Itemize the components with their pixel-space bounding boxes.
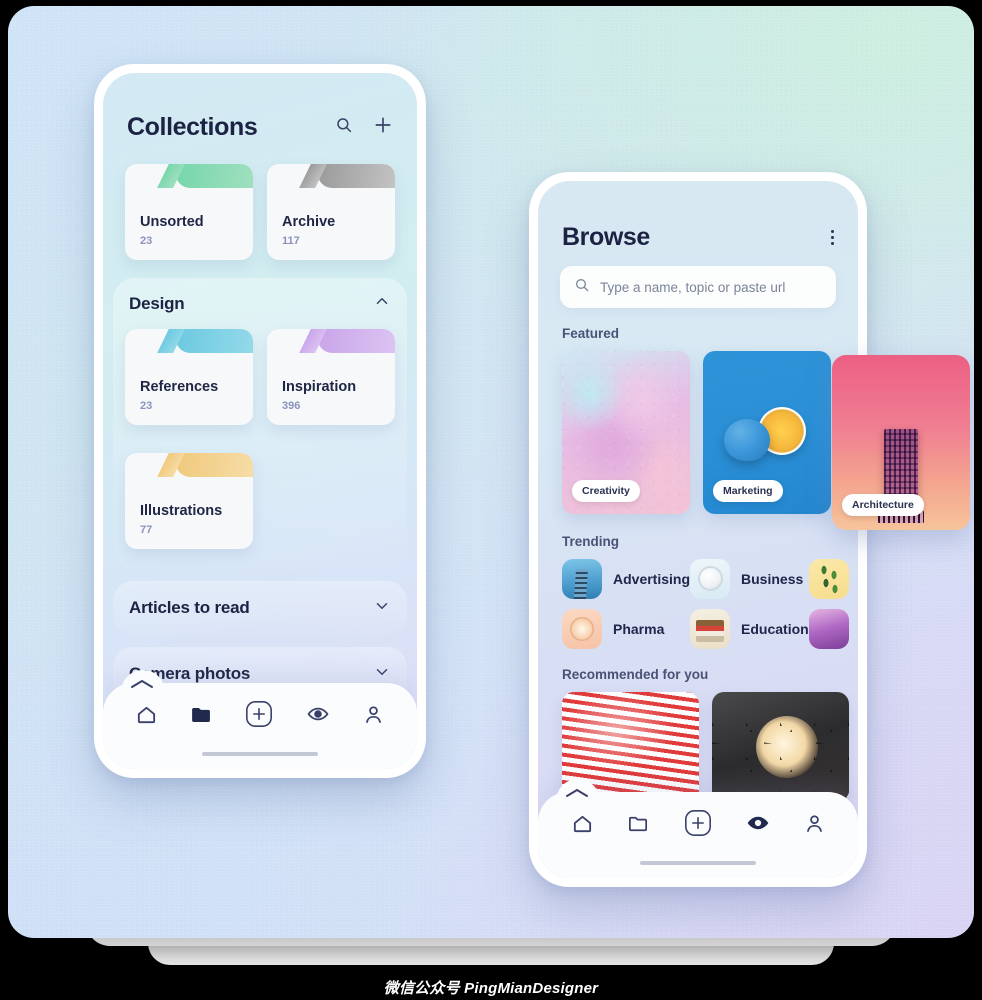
plus-circle-icon[interactable] — [244, 699, 274, 734]
home-indicator — [640, 861, 756, 865]
trending-label-text: Pharma — [613, 621, 665, 637]
browse-header: Browse — [538, 181, 858, 252]
folder-card[interactable]: Archive 117 — [267, 164, 395, 260]
home-icon[interactable] — [135, 703, 158, 731]
purple-thumb — [808, 609, 849, 649]
recommended-card[interactable] — [712, 692, 849, 802]
search-icon — [574, 277, 590, 298]
featured-label: Featured — [562, 326, 620, 341]
trending-item[interactable]: Education — [690, 609, 809, 649]
folder-card[interactable]: References 23 — [125, 329, 253, 425]
folder-count: 23 — [140, 400, 153, 412]
trending-label: Trending — [562, 534, 619, 549]
trending-grid: Advertising Business Pharma Education — [538, 559, 858, 649]
folder-count: 23 — [140, 235, 153, 247]
page-title: Collections — [127, 113, 258, 141]
header-actions — [335, 115, 393, 140]
trending-item[interactable]: Advertising — [562, 559, 690, 599]
bottom-nav-left — [103, 670, 417, 769]
skyscraper-thumb — [562, 559, 602, 599]
search-placeholder: Type a name, topic or paste url — [600, 279, 786, 295]
home-indicator — [202, 752, 318, 756]
folder-name: Illustrations — [140, 503, 223, 519]
folder-icon[interactable] — [190, 703, 213, 731]
trending-item[interactable] — [808, 559, 858, 599]
watermark-text: 微信公众号 PingMianDesigner — [383, 980, 599, 997]
folder-icon[interactable] — [627, 812, 650, 840]
folder-tab — [318, 164, 395, 188]
search-icon[interactable] — [335, 116, 353, 139]
home-icon[interactable] — [571, 812, 594, 840]
eye-icon[interactable] — [746, 811, 770, 840]
trending-item[interactable]: Pharma — [562, 609, 690, 649]
plus-icon[interactable] — [373, 115, 393, 140]
folder-tab — [176, 329, 253, 353]
featured-row: Creativity Marketing — [538, 351, 858, 514]
pill-thumb — [562, 609, 602, 649]
design-folder-grid: References 23 Inspiration 396 Illustrati… — [113, 329, 407, 549]
kebab-menu-icon[interactable] — [830, 229, 834, 246]
lemon-whole — [724, 418, 770, 461]
trending-item[interactable] — [808, 609, 858, 649]
folder-count: 396 — [282, 400, 301, 412]
chevron-up-icon[interactable] — [373, 292, 391, 315]
folder-name: Archive — [282, 214, 336, 230]
books-thumb — [690, 609, 731, 649]
page-title: Browse — [562, 223, 650, 251]
plant-thumb — [808, 559, 849, 599]
trending-item[interactable]: Business — [690, 559, 809, 599]
trending-label-text: Business — [741, 571, 804, 587]
person-icon[interactable] — [803, 812, 826, 840]
recommended-label: Recommended for you — [562, 667, 709, 682]
section-design-header[interactable]: Design — [113, 292, 407, 329]
nav-items — [538, 808, 858, 843]
folder-name: References — [140, 379, 219, 395]
bottom-nav-right — [538, 779, 858, 878]
folder-card[interactable]: Unsorted 23 — [125, 164, 253, 260]
eye-icon[interactable] — [306, 702, 330, 731]
featured-card-label: Architecture — [842, 494, 924, 516]
folder-name: Inspiration — [282, 379, 357, 395]
browse-screen: Browse Type a name, topic or paste url F… — [538, 181, 858, 878]
chevron-down-icon[interactable] — [373, 597, 391, 620]
phone-mockup-browse: Browse Type a name, topic or paste url F… — [529, 172, 970, 887]
presentation-canvas: Collections Unsorted 23 Archive 117 Desi… — [8, 6, 974, 938]
lamp-photo — [712, 692, 849, 802]
top-folder-grid: Unsorted 23 Archive 117 — [103, 164, 417, 260]
trending-label-text: Advertising — [613, 571, 691, 587]
featured-card-architecture[interactable]: Architecture — [832, 355, 970, 530]
collections-header: Collections — [103, 73, 417, 142]
section-design: Design References 23 Inspiration 396 Ill… — [113, 278, 407, 569]
folder-name: Unsorted — [140, 214, 204, 230]
person-icon[interactable] — [362, 703, 385, 731]
collections-screen: Collections Unsorted 23 Archive 117 Desi… — [103, 73, 417, 769]
featured-card-label: Creativity — [572, 480, 640, 502]
section-title: Articles to read — [129, 598, 250, 617]
folder-card[interactable]: Inspiration 396 — [267, 329, 395, 425]
nav-expand-chevron-icon[interactable] — [564, 786, 590, 798]
featured-card-marketing[interactable]: Marketing — [703, 351, 831, 514]
folder-tab — [318, 329, 395, 353]
phone-mockup-collections: Collections Unsorted 23 Archive 117 Desi… — [94, 64, 426, 778]
section-articles-to-read[interactable]: Articles to read — [113, 581, 407, 635]
folder-tab — [176, 164, 253, 188]
nav-expand-chevron-icon[interactable] — [129, 677, 155, 689]
folder-tab — [176, 453, 253, 477]
plus-circle-icon[interactable] — [683, 808, 713, 843]
folder-card[interactable]: Illustrations 77 — [125, 453, 253, 549]
featured-card-creativity[interactable]: Creativity — [562, 351, 690, 514]
search-input[interactable]: Type a name, topic or paste url — [560, 266, 836, 308]
folder-count: 77 — [140, 524, 153, 536]
nav-items — [103, 699, 417, 734]
folder-count: 117 — [282, 235, 300, 247]
lemon-graphic — [724, 406, 810, 465]
alarm-clock-thumb — [690, 559, 731, 599]
section-title: Design — [129, 293, 185, 313]
featured-card-label: Marketing — [713, 480, 783, 502]
trending-label-text: Education — [741, 621, 809, 637]
